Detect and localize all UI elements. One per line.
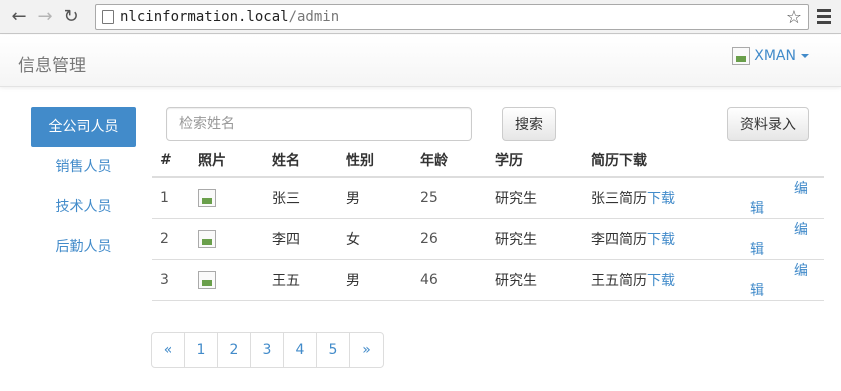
row-gender: 男 — [338, 259, 412, 301]
pagination-page-1[interactable]: 1 — [185, 333, 218, 367]
row-resume: 李四简历下载 — [583, 218, 742, 260]
photo-image — [198, 189, 216, 207]
user-menu[interactable]: XMAN — [732, 47, 809, 65]
sidebar-item-sales[interactable]: 销售人员 — [31, 147, 136, 187]
search-input[interactable] — [166, 107, 472, 141]
pagination-page-5[interactable]: 5 — [317, 333, 350, 367]
table-row: 3 王五 男 46 研究生 王五简历下载 编辑 — [152, 259, 824, 301]
row-photo — [190, 259, 264, 301]
col-header-gender: 性别 — [338, 143, 412, 178]
url-host: nlcinformation.local — [120, 9, 289, 25]
address-bar[interactable]: nlcinformation.local/admin ☆ — [95, 4, 809, 30]
resume-label: 李四简历 — [591, 232, 647, 248]
sidebar-item-tech[interactable]: 技术人员 — [31, 187, 136, 227]
pagination: « 1 2 3 4 5 » — [151, 332, 384, 368]
col-header-name: 姓名 — [264, 143, 338, 178]
url-path: /admin — [288, 9, 340, 25]
search-button[interactable]: 搜索 — [502, 107, 556, 141]
pagination-page-2[interactable]: 2 — [218, 333, 251, 367]
col-header-education: 学历 — [487, 143, 583, 178]
app-navbar: 信息管理 XMAN — [0, 35, 841, 87]
edit-link[interactable]: 编辑 — [750, 222, 808, 258]
row-gender: 男 — [338, 177, 412, 219]
row-age: 26 — [412, 218, 487, 260]
sidebar: 全公司人员 销售人员 技术人员 后勤人员 — [31, 107, 136, 267]
bookmark-star-icon[interactable]: ☆ — [786, 7, 802, 28]
row-education: 研究生 — [487, 177, 583, 219]
row-index: 2 — [152, 218, 190, 260]
row-photo — [190, 177, 264, 219]
table-row: 2 李四 女 26 研究生 李四简历下载 编辑 — [152, 218, 824, 260]
back-arrow-icon[interactable]: ← — [6, 5, 32, 29]
row-actions: 编辑 — [742, 177, 824, 219]
avatar — [732, 47, 751, 65]
col-header-photo: 照片 — [190, 143, 264, 178]
row-age: 46 — [412, 259, 487, 301]
col-header-index: # — [152, 143, 190, 178]
col-header-actions — [742, 143, 824, 178]
row-age: 25 — [412, 177, 487, 219]
row-index: 3 — [152, 259, 190, 301]
row-education: 研究生 — [487, 259, 583, 301]
edit-link[interactable]: 编辑 — [750, 181, 808, 217]
edit-link[interactable]: 编辑 — [750, 263, 808, 299]
pagination-prev[interactable]: « — [152, 333, 185, 367]
col-header-resume: 简历下载 — [583, 143, 742, 178]
col-header-age: 年龄 — [412, 143, 487, 178]
download-link[interactable]: 下载 — [647, 273, 675, 289]
row-gender: 女 — [338, 218, 412, 260]
url-text: nlcinformation.local/admin — [120, 9, 339, 25]
row-index: 1 — [152, 177, 190, 219]
chevron-down-icon — [801, 54, 809, 58]
pagination-page-3[interactable]: 3 — [251, 333, 284, 367]
forward-arrow-icon[interactable]: → — [32, 5, 58, 29]
sidebar-item-all-staff[interactable]: 全公司人员 — [31, 107, 136, 147]
table-row: 1 张三 男 25 研究生 张三简历下载 编辑 — [152, 177, 824, 219]
page-icon — [102, 10, 114, 24]
row-name: 李四 — [264, 218, 338, 260]
photo-image — [198, 271, 216, 289]
row-education: 研究生 — [487, 218, 583, 260]
reload-icon[interactable]: ↻ — [58, 5, 84, 29]
row-resume: 张三简历下载 — [583, 177, 742, 219]
sidebar-item-logistics[interactable]: 后勤人员 — [31, 227, 136, 267]
row-name: 王五 — [264, 259, 338, 301]
resume-label: 王五简历 — [591, 273, 647, 289]
row-resume: 王五简历下载 — [583, 259, 742, 301]
brand-title[interactable]: 信息管理 — [18, 51, 86, 76]
pagination-page-4[interactable]: 4 — [284, 333, 317, 367]
table-header-row: # 照片 姓名 性别 年龄 学历 简历下载 — [152, 143, 824, 178]
resume-label: 张三简历 — [591, 191, 647, 207]
row-actions: 编辑 — [742, 218, 824, 260]
browser-toolbar: ← → ↻ nlcinformation.local/admin ☆ — [0, 0, 841, 34]
download-link[interactable]: 下载 — [647, 232, 675, 248]
row-photo — [190, 218, 264, 260]
pagination-next[interactable]: » — [350, 333, 383, 367]
photo-image — [198, 230, 216, 248]
browser-menu-icon[interactable] — [817, 9, 831, 27]
user-name: XMAN — [754, 48, 796, 64]
download-link[interactable]: 下载 — [647, 191, 675, 207]
row-actions: 编辑 — [742, 259, 824, 301]
staff-table: # 照片 姓名 性别 年龄 学历 简历下载 1 张三 男 25 研究生 张三简历… — [152, 143, 824, 301]
row-name: 张三 — [264, 177, 338, 219]
add-record-button[interactable]: 资料录入 — [727, 107, 809, 141]
